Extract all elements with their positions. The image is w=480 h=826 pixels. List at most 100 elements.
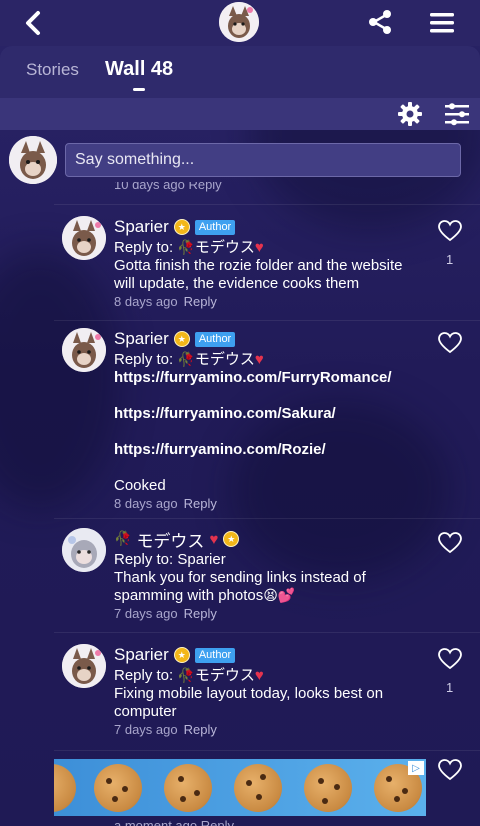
avatar-image	[9, 136, 57, 184]
reply-target[interactable]: モデウス	[195, 239, 255, 256]
commenter-avatar[interactable]	[62, 528, 106, 572]
rose-emoji-icon: 🥀	[177, 352, 195, 368]
top-bar	[0, 0, 480, 46]
comment-link[interactable]: https://furryamino.com/Sakura/	[114, 405, 434, 423]
back-button[interactable]	[18, 8, 48, 38]
comment-body: Reply to: 🥀モデウス♥ https://furryamino.com/…	[114, 351, 434, 495]
comment-meta: 7 days ago Reply	[114, 606, 217, 621]
comment-text-line: Fixing mobile layout today, looks best o…	[114, 685, 384, 702]
tab-stories[interactable]: Stories	[26, 60, 79, 80]
comment-time: 8 days ago	[114, 294, 178, 309]
comment-item: Sparier ★ Author Reply to: 🥀モデウス♥ https:…	[0, 320, 480, 516]
reply-button[interactable]: Reply	[184, 606, 217, 621]
avatar-image	[62, 528, 106, 572]
avatar-image	[62, 328, 106, 372]
share-button[interactable]	[366, 8, 394, 36]
commenter-name[interactable]: Sparier	[114, 645, 169, 665]
comment-text-line: Cooked	[114, 477, 166, 494]
reply-target[interactable]: モデウス	[195, 351, 255, 368]
comment-list: 10 days ago Reply Sparier ★ Author Reply…	[0, 182, 480, 826]
tab-wall[interactable]: Wall 48	[105, 58, 173, 81]
like-heart-icon[interactable]	[438, 532, 462, 554]
tab-bar: Stories Wall 48	[0, 46, 480, 98]
heart-emoji-icon: ♥	[209, 530, 219, 548]
heart-emoji-icon: ♥	[254, 667, 264, 684]
level-badge-icon: ★	[173, 331, 190, 347]
like-heart-icon[interactable]	[438, 332, 462, 354]
comment-text-line: computer	[114, 703, 177, 720]
rose-emoji-icon: 🥀	[177, 240, 195, 256]
partial-comment-meta: 10 days ago Reply	[114, 182, 222, 192]
heart-emoji-icon: ♥	[254, 239, 264, 256]
like-count: 1	[446, 680, 454, 695]
comment-body: Reply to: 🥀モデウス♥ Fixing mobile layout to…	[114, 667, 434, 721]
reply-to-line: Reply to: 🥀モデウス♥	[114, 667, 434, 685]
commenter-name[interactable]: Sparier	[114, 329, 169, 349]
comment-divider	[54, 750, 480, 751]
reply-to-line: Reply to: Sparier	[114, 551, 434, 569]
comment-link[interactable]: https://furryamino.com/Rozie/	[114, 441, 434, 459]
ad-choices-icon[interactable]: ▷	[408, 761, 424, 775]
ad-banner[interactable]: ▷	[54, 759, 426, 816]
reply-to-line: Reply to: 🥀モデウス♥	[114, 239, 434, 257]
comment-text: spamming with photos	[114, 587, 264, 604]
comment-time: 7 days ago	[114, 722, 178, 737]
commenter-avatar[interactable]	[62, 328, 106, 372]
commenter-name[interactable]: モデウス	[136, 527, 204, 552]
reply-button[interactable]: Reply	[184, 496, 217, 511]
like-heart-icon[interactable]	[438, 220, 462, 242]
reply-prefix: Reply to:	[114, 667, 178, 684]
comment-item: 🥀 モデウス ♥ ★ Reply to: Sparier Thank you f…	[0, 520, 480, 630]
wall-toolbar	[0, 98, 480, 130]
like-heart-icon[interactable]	[438, 759, 462, 781]
comment-body: Reply to: 🥀モデウス♥ Gotta finish the rozie …	[114, 239, 434, 293]
reply-target[interactable]: Sparier	[177, 551, 225, 568]
like-heart-icon[interactable]	[438, 648, 462, 670]
comment-meta: 7 days ago Reply	[114, 722, 217, 737]
comment-time: 7 days ago	[114, 606, 178, 621]
two-hearts-emoji-icon: 💕	[277, 588, 296, 604]
comment-header: Sparier ★ Author	[114, 644, 236, 666]
comment-header: Sparier ★ Author	[114, 328, 236, 350]
avatar-image	[62, 216, 106, 260]
cookie-image	[54, 764, 76, 812]
my-avatar	[9, 136, 57, 184]
active-tab-indicator	[133, 88, 145, 91]
comment-time: 8 days ago	[114, 496, 178, 511]
heart-emoji-icon: ♥	[254, 351, 264, 368]
comment-text-line: will update, the evidence cooks them	[114, 275, 360, 292]
partial-comment-meta: a moment ago Reply	[114, 818, 234, 826]
comment-text-line: Gotta finish the rozie folder and the we…	[114, 257, 403, 274]
avatar-image	[219, 2, 259, 42]
avatar-image	[62, 644, 106, 688]
comment-meta: 8 days ago Reply	[114, 294, 217, 309]
profile-avatar[interactable]	[219, 2, 259, 42]
rose-emoji-icon: 🥀	[114, 531, 132, 547]
tired-face-emoji-icon: 😫	[263, 588, 278, 604]
commenter-avatar[interactable]	[62, 644, 106, 688]
level-badge-icon: ★	[173, 219, 190, 235]
filter-button[interactable]	[444, 102, 470, 126]
settings-button[interactable]	[398, 102, 422, 126]
comment-link[interactable]: https://furryamino.com/FurryRomance/	[114, 369, 434, 387]
comment-header: 🥀 モデウス ♥ ★	[114, 527, 240, 552]
cookie-image	[164, 764, 212, 812]
cookie-image	[94, 764, 142, 812]
comment-divider	[54, 518, 480, 519]
comment-input[interactable]	[65, 143, 461, 177]
comment-divider	[54, 632, 480, 633]
reply-prefix: Reply to:	[114, 551, 178, 568]
menu-button[interactable]	[428, 10, 456, 36]
cookie-image	[304, 764, 352, 812]
reply-to-line: Reply to: 🥀モデウス♥	[114, 351, 434, 369]
commenter-name[interactable]: Sparier	[114, 217, 169, 237]
chevron-left-icon	[26, 11, 40, 35]
author-tag: Author	[194, 331, 236, 347]
level-badge-icon: ★	[173, 647, 190, 663]
reply-target[interactable]: モデウス	[195, 667, 255, 684]
reply-button[interactable]: Reply	[184, 722, 217, 737]
level-badge-icon: ★	[223, 531, 240, 547]
reply-button[interactable]: Reply	[184, 294, 217, 309]
commenter-avatar[interactable]	[62, 216, 106, 260]
comment-divider	[54, 204, 480, 205]
